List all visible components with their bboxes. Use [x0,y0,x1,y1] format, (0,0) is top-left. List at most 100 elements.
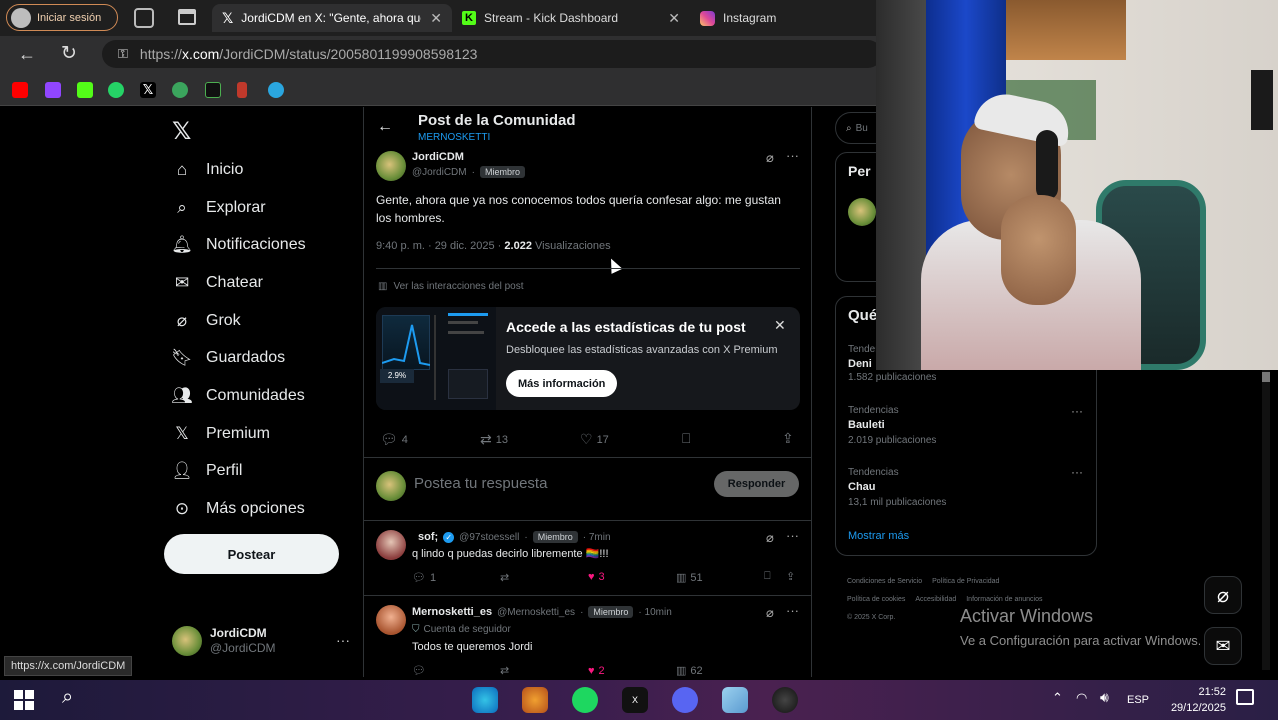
post-button[interactable]: Postear [164,534,339,574]
url-field[interactable]: ⚿ https://x.com/JordiCDM/status/20058011… [102,40,882,68]
views-action[interactable]: ▥ 62 [676,664,703,678]
messages-floating-button[interactable]: ✉ [1204,627,1242,665]
trend-item[interactable]: Tendencias Bauleti 2.019 publicaciones [848,403,936,448]
fl-studio-taskbar-icon[interactable] [522,687,548,713]
sidebar-item-perfil[interactable]: 👤︎ Perfil [171,461,242,481]
more-horizontal-icon[interactable]: ··· [1071,404,1083,418]
like-action[interactable]: ♥ 2 [588,664,605,677]
more-horizontal-icon[interactable]: ··· [786,148,799,163]
post-author[interactable]: JordiCDM [412,151,464,163]
views-action[interactable]: ▥ 51 [676,571,703,585]
scrollbar-thumb[interactable] [1262,372,1270,382]
sidebar-item-guardados[interactable]: 🔖︎ Guardados [171,348,285,368]
discord-taskbar-icon[interactable] [672,687,698,713]
youtube-bookmark-icon[interactable] [12,82,28,98]
speaker-icon[interactable]: 🔊︎ [1100,689,1109,706]
close-icon[interactable]: ✕ [668,10,680,27]
sidebar-item-comunidades[interactable]: 👥︎ Comunidades [171,386,305,406]
scrollbar-track[interactable] [1262,370,1270,670]
more-horizontal-icon[interactable]: ··· [786,528,799,543]
notifications-icon[interactable] [1236,689,1254,705]
reply-time[interactable]: · 7min [583,532,611,543]
reply-author[interactable]: sof; [418,531,438,543]
like-action[interactable]: ♥ 3 [588,571,605,583]
reply-handle[interactable]: @Mernosketti_es [497,607,575,618]
avatar[interactable] [848,198,876,226]
xsplit-taskbar-icon[interactable]: X [622,687,648,713]
app-bookmark-icon[interactable] [237,82,247,98]
grok-floating-button[interactable]: ⌀ [1204,576,1242,614]
more-horizontal-icon[interactable]: ··· [1071,465,1083,479]
reload-icon[interactable]: ↻ [61,42,77,65]
chevron-up-icon[interactable]: ⌃ [1052,690,1063,706]
sidebar-item-notificaciones[interactable]: 🔔︎ Notificaciones [171,235,305,255]
reply-action[interactable]: 💬︎ 4 [380,431,408,448]
interactions-link[interactable]: ▥ Ver las interacciones del post [378,281,524,292]
sidebar-item-premium[interactable]: 𝕏 Premium [172,424,270,444]
tab-kick-dashboard[interactable]: K Stream - Kick Dashboard ✕ [452,4,690,32]
workspaces-icon[interactable] [134,8,154,28]
m-bookmark-icon[interactable] [205,82,221,98]
share-action[interactable]: ⇪ [786,570,795,583]
site-info-icon[interactable]: ⚿ [118,46,128,62]
kick-bookmark-icon[interactable] [77,82,93,98]
repost-action[interactable]: ⇄ [500,664,509,677]
post-time[interactable]: 9:40 p. m. · 29 dic. 2025 · [376,240,504,252]
sidebar-item-chatear[interactable]: ✉ Chatear [172,273,263,293]
more-horizontal-icon[interactable]: ··· [336,632,350,648]
tab-x-post[interactable]: 𝕏 JordiCDM en X: "Gente, ahora que ✕ [212,4,452,32]
community-link[interactable]: MERNOSKETTI [418,132,490,143]
bookmark-action[interactable]: ⎕ [682,430,690,447]
reply-input[interactable]: Postea tu respuesta [414,475,547,492]
post-handle[interactable]: @JordiCDM [412,167,467,178]
twitch-bookmark-icon[interactable] [45,82,61,98]
footer-link[interactable]: Accesibilidad [915,591,956,609]
sidebar-item-mas-opciones[interactable]: ⊙ Más opciones [172,499,305,519]
clock[interactable]: 21:52 29/12/2025 [1160,684,1226,716]
close-icon[interactable]: ✕ [430,10,442,27]
more-info-button[interactable]: Más información [506,370,618,397]
sidebar-item-grok[interactable]: ⌀ Grok [172,311,241,331]
sidebar-item-explorar[interactable]: ⌕ Explorar [172,198,265,218]
more-horizontal-icon[interactable]: ··· [786,603,799,618]
footer-link[interactable]: Política de Privacidad [932,573,999,591]
tab-instagram[interactable]: Instagram [690,4,876,32]
account-switcher[interactable]: JordiCDM @JordiCDM [172,626,276,656]
grok-icon[interactable]: ⌀ [766,150,774,166]
reply-handle[interactable]: @97stoessell [459,532,519,543]
signin-button[interactable]: Iniciar sesión [6,4,118,31]
x-bookmark-icon[interactable]: 𝕏 [140,82,156,98]
edge-taskbar-icon[interactable] [472,687,498,713]
reply-action[interactable]: 💬︎ 1 [412,571,436,585]
show-more-link[interactable]: Mostrar más [848,530,909,542]
notepad-taskbar-icon[interactable] [722,687,748,713]
avatar[interactable] [376,530,406,560]
close-icon[interactable]: ✕ [774,317,786,334]
whatsapp-bookmark-icon[interactable] [108,82,124,98]
avatar[interactable] [376,605,406,635]
grok-icon[interactable]: ⌀ [766,605,774,621]
bookmark-action[interactable]: ⎕ [764,570,771,583]
wifi-icon[interactable]: ◠ [1076,690,1087,706]
repost-action[interactable]: ⇄ 13 [480,431,508,448]
reply-button[interactable]: Responder [714,471,799,497]
cloud-bookmark-icon[interactable] [268,82,284,98]
like-action[interactable]: ♡ 17 [580,431,609,448]
back-arrow-icon[interactable]: ← [377,118,393,136]
reply-time[interactable]: · 10min [638,607,671,618]
trend-item[interactable]: Tendencias Chau 13,1 mil publicaciones [848,465,946,510]
windows-start-icon[interactable] [14,690,34,710]
grok-icon[interactable]: ⌀ [766,530,774,546]
x-logo-icon[interactable]: 𝕏 [172,117,191,146]
back-arrow-icon[interactable]: ← [18,44,36,65]
repost-action[interactable]: ⇄ [500,571,509,584]
obs-taskbar-icon[interactable] [772,687,798,713]
reply-action[interactable]: 💬︎ [412,664,426,677]
sidebar-item-inicio[interactable]: ⌂ Inicio [172,160,244,180]
reply-author[interactable]: Mernosketti_es [412,606,492,618]
spotify-taskbar-icon[interactable] [572,687,598,713]
search-icon[interactable]: ⌕ [62,686,73,709]
tab-actions-icon[interactable] [178,9,196,25]
footer-link[interactable]: Condiciones de Servicio [847,573,922,591]
game-bookmark-icon[interactable] [172,82,188,98]
